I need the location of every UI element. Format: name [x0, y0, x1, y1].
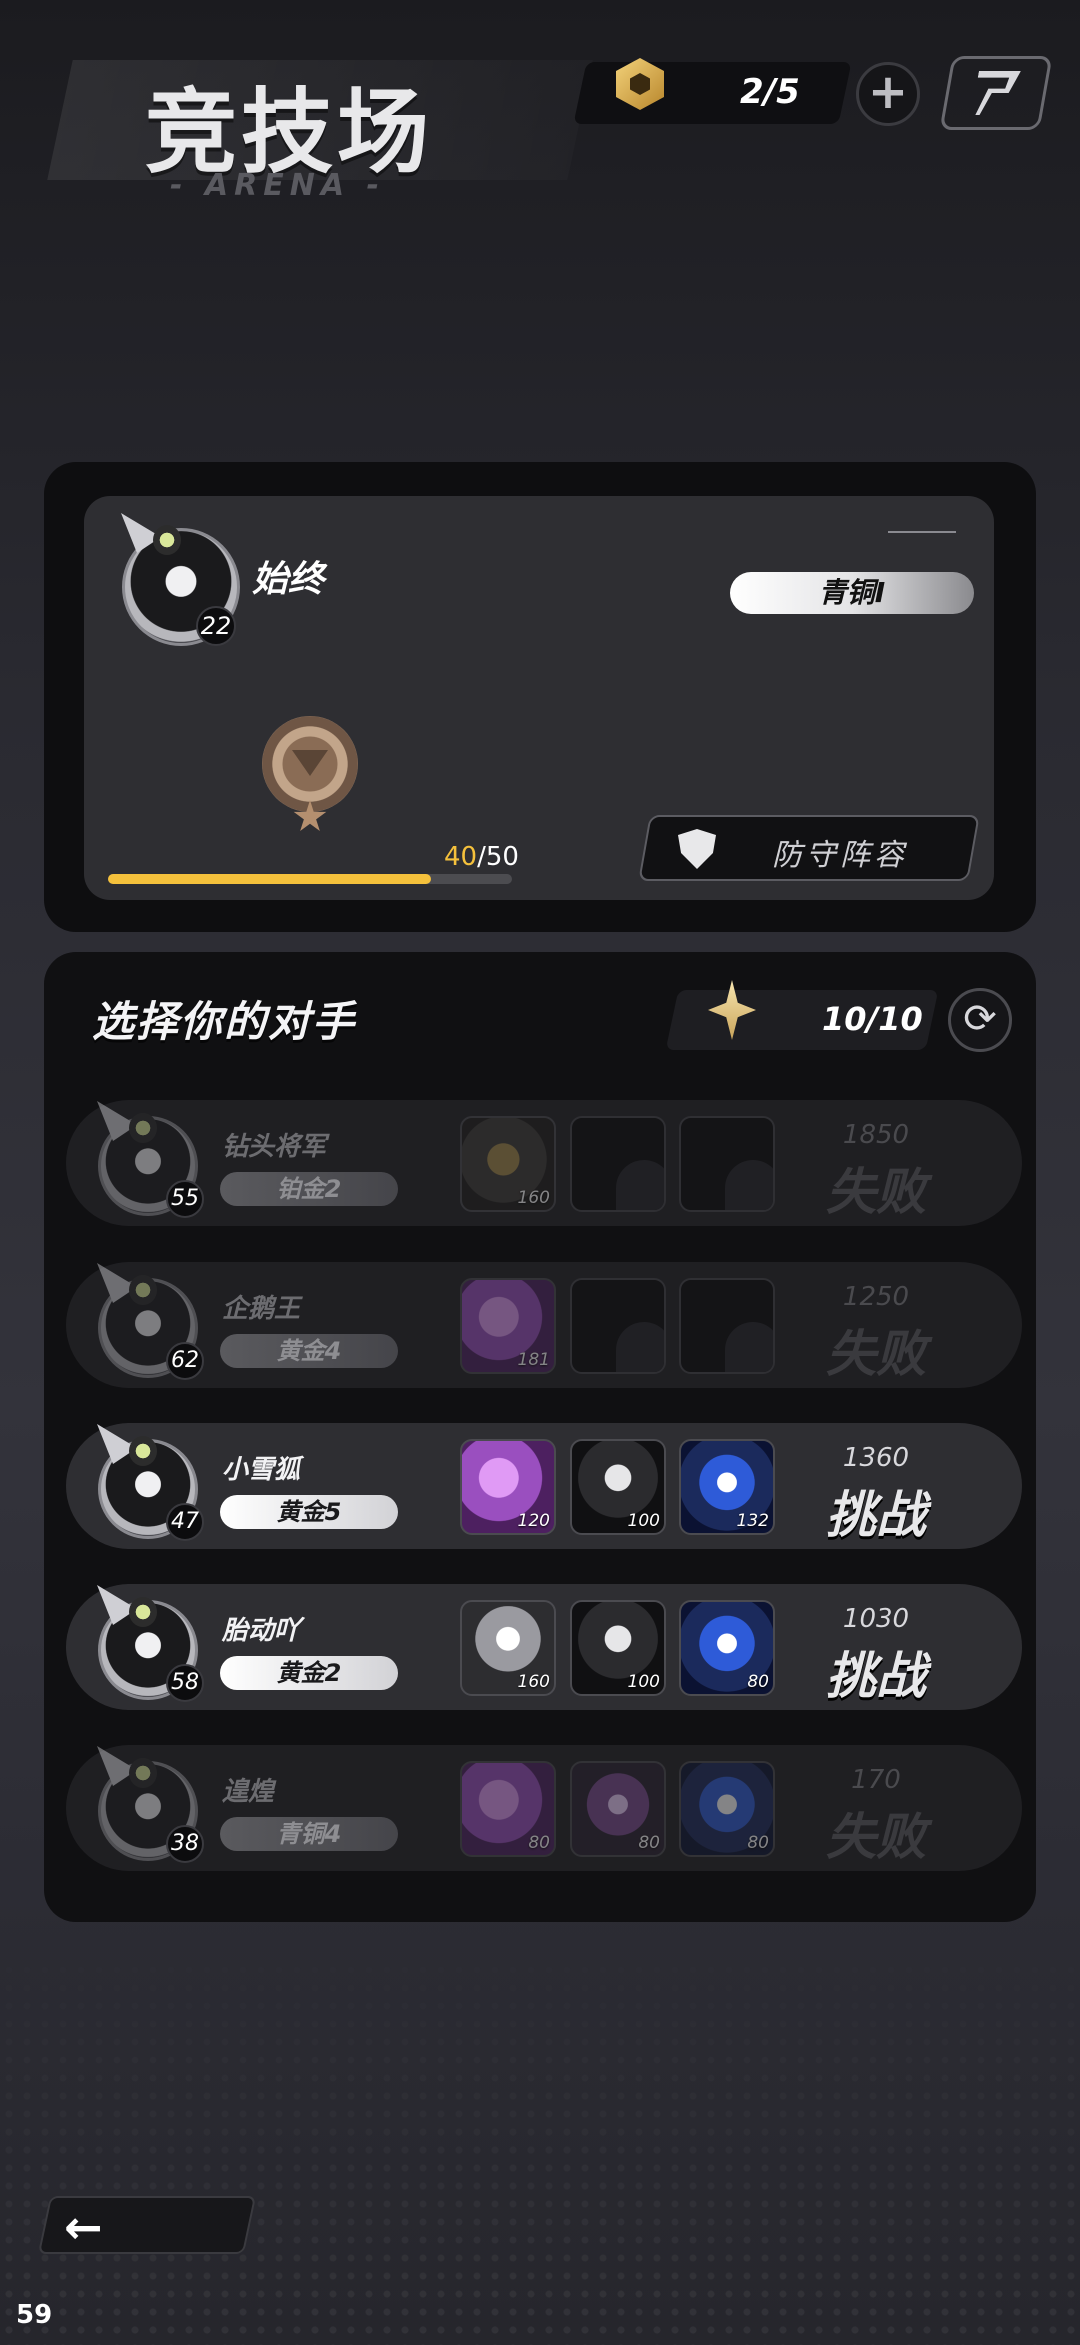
opponent-name: 胎动吖	[222, 1616, 301, 1646]
hero-portrait: 132	[679, 1439, 775, 1535]
defeated-label: 失败	[826, 1808, 926, 1866]
opponent-score: 1030	[842, 1604, 910, 1634]
progress-label: 40/50	[444, 842, 519, 872]
opponent-rank-badge: 黄金5	[220, 1495, 398, 1529]
hero-portrait: 80	[679, 1600, 775, 1696]
opponent-name: 钻头将军	[222, 1132, 327, 1162]
add-ticket-button[interactable]: +	[856, 62, 920, 126]
challenge-button[interactable]: 挑战	[796, 1475, 956, 1547]
progress-current: 40	[444, 842, 478, 872]
opponent-name: 遑煌	[222, 1777, 275, 1807]
hero-portrait: 160	[460, 1600, 556, 1696]
player-name: 始终	[252, 559, 325, 600]
fps-counter: 59	[16, 2300, 53, 2330]
opponent-name: 小雪狐	[222, 1455, 301, 1485]
opponent-rank-badge: 铂金2	[220, 1172, 398, 1206]
progress-total: /50	[477, 842, 519, 872]
empty-hero-slot	[679, 1278, 775, 1374]
hero-portrait: 100	[570, 1439, 666, 1535]
challenge-count: 10/10	[822, 1000, 923, 1038]
page-subtitle: - ARENA -	[170, 168, 385, 203]
hero-portrait: 120	[460, 1439, 556, 1535]
divider-line	[888, 531, 956, 533]
opponent-score: 1250	[842, 1282, 910, 1312]
background-pattern	[0, 1925, 1080, 2345]
hero-portrait: 181	[460, 1278, 556, 1374]
empty-hero-slot	[679, 1116, 775, 1212]
hero-portrait: 100	[570, 1600, 666, 1696]
defeated-label: 失败	[826, 1163, 926, 1221]
opponent-name: 企鹅王	[222, 1294, 301, 1324]
opponent-level-badge: 47	[166, 1503, 204, 1541]
hero-level: 160	[517, 1188, 550, 1208]
refresh-button[interactable]: ⟳	[948, 988, 1012, 1052]
hero-level: 80	[747, 1833, 769, 1853]
opponent-level-badge: 55	[166, 1180, 204, 1218]
opponents-title: 选择你的对手	[92, 997, 357, 1046]
title-area: 竞技场 - ARENA -	[20, 40, 593, 210]
defeated-label: 失败	[826, 1325, 926, 1383]
hero-level: 132	[736, 1511, 769, 1531]
opponent-rank-badge: 黄金2	[220, 1656, 398, 1690]
opponent-level-badge: 62	[166, 1342, 204, 1380]
rank-rewards-button[interactable]	[939, 56, 1053, 130]
hero-portrait: 160	[460, 1116, 556, 1212]
challenge-button[interactable]: 挑战	[796, 1636, 956, 1708]
progress-fill	[108, 874, 432, 884]
opponent-score: 1850	[842, 1120, 910, 1150]
hero-level: 120	[517, 1511, 550, 1531]
opponent-score: 1360	[842, 1443, 910, 1473]
ticket-count: 2/5	[740, 72, 800, 112]
hero-portrait: 80	[679, 1761, 775, 1857]
empty-hero-slot	[570, 1116, 666, 1212]
opponent-rank-badge: 青铜4	[220, 1817, 398, 1851]
hero-level: 80	[638, 1833, 660, 1853]
opponent-level-badge: 58	[166, 1664, 204, 1702]
hero-portrait: 80	[570, 1761, 666, 1857]
hero-level: 80	[747, 1672, 769, 1692]
opponent-rank-badge: 黄金4	[220, 1334, 398, 1368]
empty-hero-slot	[570, 1278, 666, 1374]
ticket-bar	[573, 62, 852, 124]
back-arrow-icon: ←	[64, 2200, 103, 2254]
defense-lineup-label: 防守阵容	[772, 838, 908, 873]
rank-progress-bar	[108, 874, 512, 884]
opponent-score: 170	[851, 1765, 901, 1795]
hero-level: 160	[517, 1672, 550, 1692]
rank-medal-icon	[262, 716, 358, 812]
opponent-level-badge: 38	[166, 1825, 204, 1863]
hero-level: 100	[627, 1511, 660, 1531]
hero-level: 100	[627, 1672, 660, 1692]
hero-level: 181	[517, 1350, 550, 1370]
pennant-icon	[971, 71, 1021, 115]
player-rank-badge: 青铜I	[730, 572, 974, 614]
player-level-badge: 22	[196, 606, 236, 646]
hero-portrait: 80	[460, 1761, 556, 1857]
hero-level: 80	[528, 1833, 550, 1853]
